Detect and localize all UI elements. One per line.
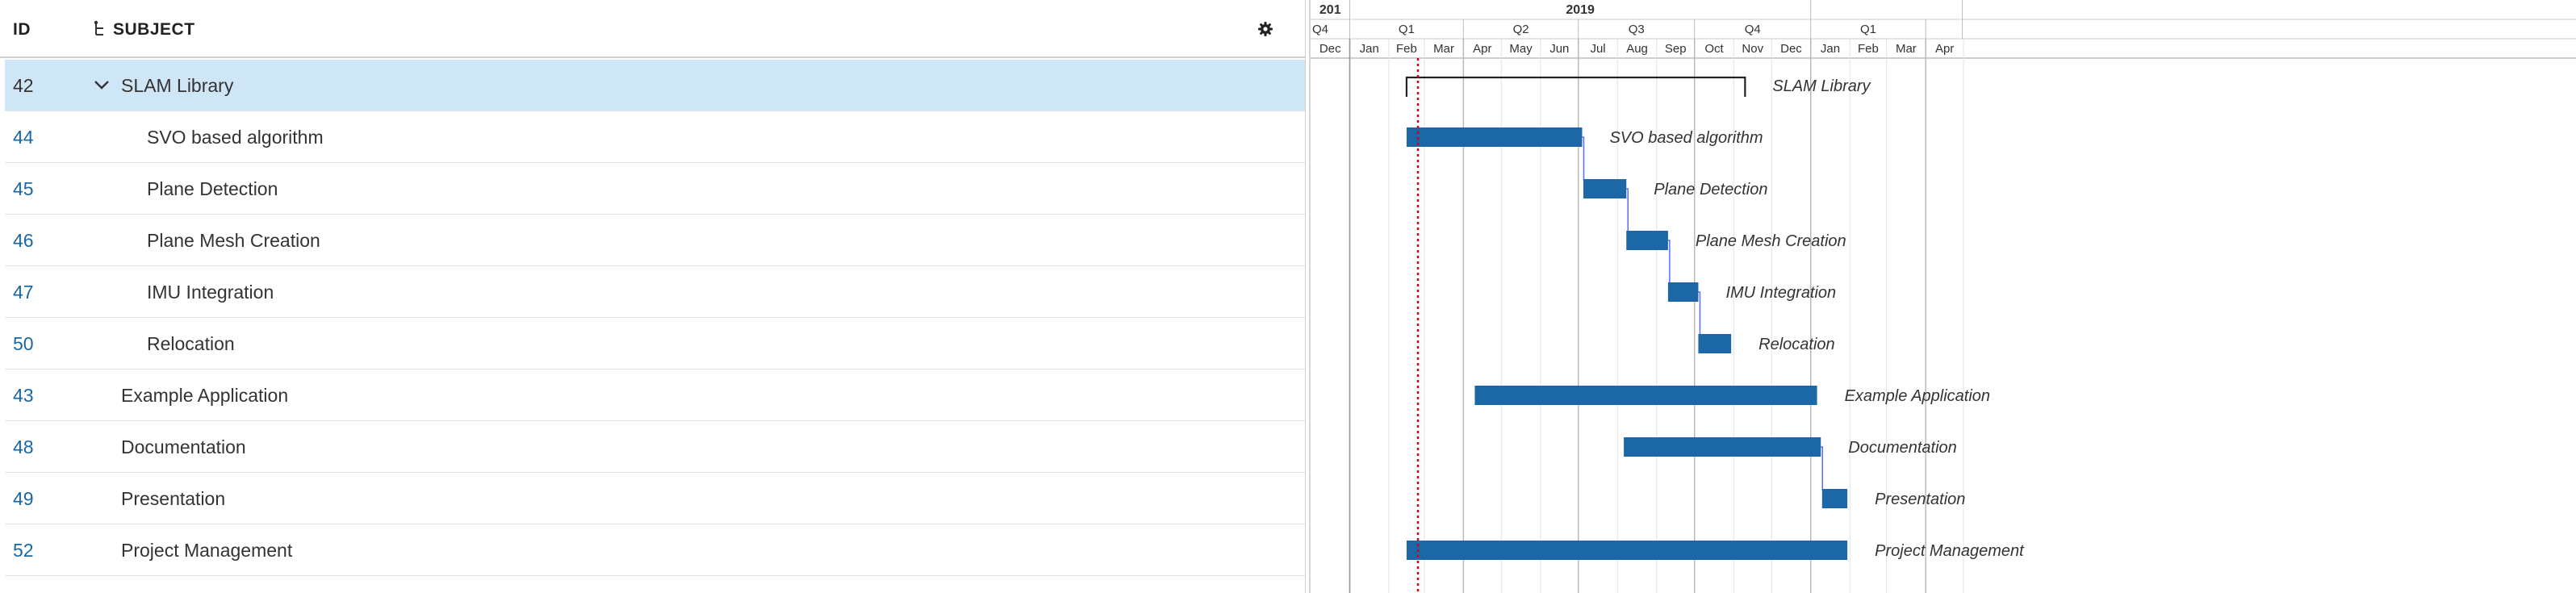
month-label: Nov bbox=[1742, 42, 1763, 56]
task-bar[interactable] bbox=[1821, 489, 1848, 508]
month-label: Mar bbox=[1896, 42, 1917, 56]
month-label: Aug bbox=[1626, 42, 1648, 56]
month-label: Jan bbox=[1821, 42, 1840, 56]
task-label: Presentation bbox=[1875, 491, 1965, 508]
quarter-label: Q4 bbox=[1312, 23, 1328, 36]
column-header-subject[interactable]: SUBJECT bbox=[113, 19, 195, 40]
row-id[interactable]: 42 bbox=[13, 75, 34, 96]
row-id[interactable]: 50 bbox=[13, 333, 34, 354]
task-label: Documentation bbox=[1848, 439, 1957, 457]
month-label: Mar bbox=[1433, 42, 1454, 56]
hierarchy-icon[interactable] bbox=[94, 20, 107, 38]
month-label: Oct bbox=[1704, 42, 1724, 56]
row-id[interactable]: 43 bbox=[13, 385, 34, 406]
dependency-line bbox=[1821, 446, 1824, 491]
month-label: Apr bbox=[1935, 42, 1954, 56]
month-label: Feb bbox=[1858, 42, 1879, 56]
table-row[interactable]: 47 IMU Integration bbox=[5, 266, 1305, 318]
task-label: Plane Mesh Creation bbox=[1696, 232, 1846, 250]
row-subject[interactable]: Example Application bbox=[121, 385, 288, 406]
table-row[interactable]: 44 SVO based algorithm bbox=[5, 111, 1305, 163]
task-bar[interactable] bbox=[1583, 179, 1627, 198]
task-label: Relocation bbox=[1758, 336, 1835, 353]
task-bar[interactable] bbox=[1626, 231, 1668, 250]
month-label: Jul bbox=[1590, 42, 1605, 56]
task-label: IMU Integration bbox=[1725, 284, 1836, 302]
table-row[interactable]: 43 Example Application bbox=[5, 370, 1305, 421]
table-row[interactable]: 52 Project Management bbox=[5, 524, 1305, 576]
task-label: Project Management bbox=[1875, 542, 2025, 560]
quarter-label: Q4 bbox=[1745, 23, 1761, 36]
task-bar[interactable] bbox=[1406, 541, 1848, 560]
quarter-label: Q2 bbox=[1513, 23, 1529, 36]
quarter-label: Q3 bbox=[1629, 23, 1645, 36]
task-bar[interactable] bbox=[1698, 334, 1732, 353]
gantt-canvas: 201 2019 Q4 Q1 Q2 Q3 Q4 Q1 Dec Jan Feb Mar Apr May Jun… bbox=[1311, 0, 2576, 593]
task-label: SVO based algorithm bbox=[1609, 129, 1763, 147]
row-subject[interactable]: Presentation bbox=[121, 488, 225, 509]
year-label: 2019 bbox=[1566, 3, 1595, 17]
month-label: Jun bbox=[1549, 42, 1569, 56]
row-id[interactable]: 52 bbox=[13, 540, 34, 561]
table-header: ID SUBJECT bbox=[0, 0, 1305, 58]
month-label: May bbox=[1509, 42, 1533, 56]
month-label: Jan bbox=[1360, 42, 1379, 56]
row-subject[interactable]: SLAM Library bbox=[121, 75, 233, 96]
row-id[interactable]: 48 bbox=[13, 436, 34, 457]
year-label: 201 bbox=[1319, 3, 1341, 17]
task-label: Plane Detection bbox=[1654, 181, 1767, 198]
row-subject[interactable]: Plane Detection bbox=[147, 178, 278, 199]
month-label: Dec bbox=[1780, 42, 1802, 56]
column-header-id[interactable]: ID bbox=[13, 19, 31, 40]
month-label: Dec bbox=[1319, 42, 1341, 56]
row-id[interactable]: 47 bbox=[13, 282, 34, 303]
row-subject[interactable]: Project Management bbox=[121, 540, 292, 561]
task-label: Example Application bbox=[1845, 387, 1990, 405]
month-label: Apr bbox=[1473, 42, 1491, 56]
quarter-label: Q1 bbox=[1399, 23, 1415, 36]
table-row[interactable]: 45 Plane Detection bbox=[5, 163, 1305, 215]
dependency-line bbox=[1582, 136, 1585, 181]
task-bar[interactable] bbox=[1406, 127, 1583, 147]
row-subject[interactable]: IMU Integration bbox=[147, 282, 274, 303]
row-id[interactable]: 44 bbox=[13, 127, 34, 148]
month-label: Feb bbox=[1396, 42, 1417, 56]
task-label: SLAM Library bbox=[1772, 77, 1871, 95]
row-id[interactable]: 45 bbox=[13, 178, 34, 199]
task-bar[interactable] bbox=[1474, 386, 1817, 405]
row-id[interactable]: 49 bbox=[13, 488, 34, 509]
work-package-table: ID SUBJECT 42 SLAM Library 44 SVO based … bbox=[0, 0, 1306, 593]
gantt-chart: 201 2019 Q4 Q1 Q2 Q3 Q4 Q1 Dec Jan Feb Mar Apr May Jun… bbox=[1309, 0, 2576, 593]
task-bar[interactable] bbox=[1667, 282, 1699, 302]
row-subject[interactable]: Relocation bbox=[147, 333, 235, 354]
table-row[interactable]: 50 Relocation bbox=[5, 318, 1305, 370]
task-bar[interactable] bbox=[1624, 437, 1821, 457]
gear-icon[interactable] bbox=[1257, 21, 1273, 37]
chevron-down-icon[interactable] bbox=[94, 79, 110, 90]
dependency-line bbox=[1626, 188, 1629, 232]
table-row[interactable]: 49 Presentation bbox=[5, 473, 1305, 524]
row-subject[interactable]: Plane Mesh Creation bbox=[147, 230, 320, 251]
row-subject[interactable]: Documentation bbox=[121, 436, 246, 457]
table-row[interactable]: 46 Plane Mesh Creation bbox=[5, 215, 1305, 266]
row-id[interactable]: 46 bbox=[13, 230, 34, 251]
dependency-line bbox=[1698, 291, 1701, 336]
row-subject[interactable]: SVO based algorithm bbox=[147, 127, 324, 148]
table-row[interactable]: 42 SLAM Library bbox=[5, 60, 1305, 111]
quarter-label: Q1 bbox=[1860, 23, 1876, 36]
month-label: Sep bbox=[1665, 42, 1687, 56]
table-row[interactable]: 48 Documentation bbox=[5, 421, 1305, 473]
dependency-line bbox=[1667, 240, 1671, 284]
